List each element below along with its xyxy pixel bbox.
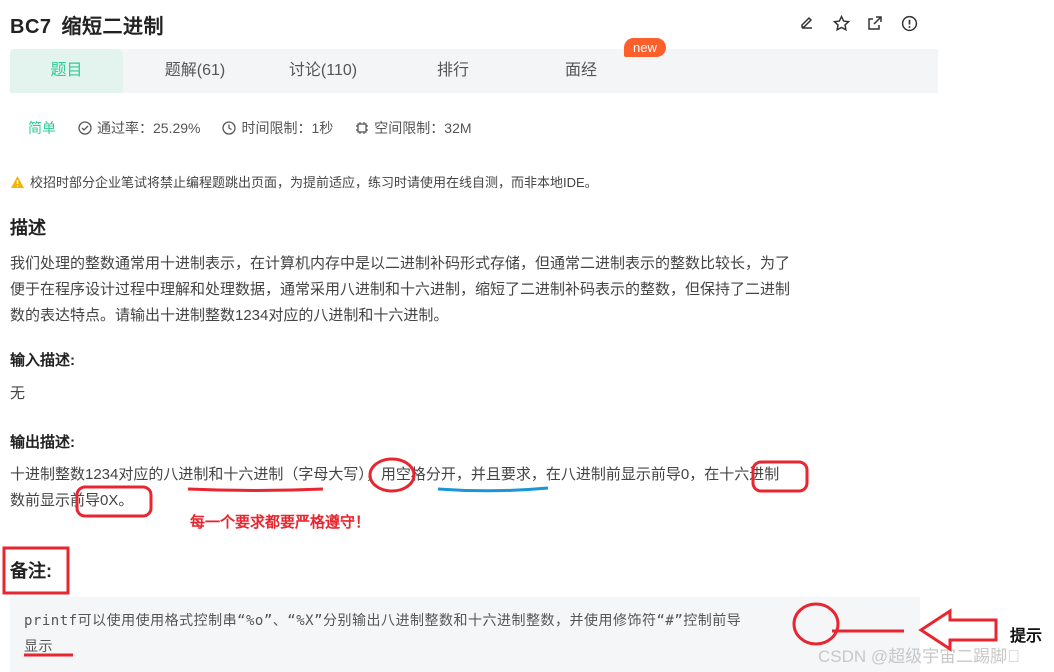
share-icon[interactable] [864,12,886,34]
notice: 校招时部分企业笔试将禁止编程题跳出页面，为提前适应，练习时请使用在线自测，而非本… [10,172,598,191]
star-icon[interactable] [830,12,852,34]
memory-limit: 空间限制：32M [374,120,472,136]
output-line: 数前显示前导0X。 [10,492,134,509]
description-line: 便于在程序设计过程中理解和处理数据，通常采用八进制和十六进制，缩短了二进制补码表… [10,281,791,298]
remark-line: printf可以使用使用格式控制串“%o”、“%X”分别输出八进制整数和十六进制… [24,613,742,629]
remark-line: 显示 [24,639,53,655]
notice-text: 校招时部分企业笔试将禁止编程题跳出页面，为提前适应，练习时请使用在线自测，而非本… [30,175,598,190]
output-body: 十进制整数1234对应的八进制和十六进制（字母大写），用空格分开，并且要求，在八… [10,462,779,514]
chip-icon [356,122,369,134]
annotation-note: 每一个要求都要严格遵守！ [190,514,371,531]
clock-icon [222,121,237,135]
annotation-overlay [2,457,998,657]
output-heading: 输出描述: [10,434,75,451]
problem-title: BC7 缩短二进制 [10,10,164,39]
toolbar [796,12,920,34]
watermark: CSDN @超级宇宙二踢脚  [818,647,1020,666]
tab-problem[interactable]: 题目 [10,49,123,93]
new-badge: new [624,38,666,57]
tab-interview[interactable]: 面经 [526,49,636,93]
time-limit: 时间限制：1秒 [241,120,334,136]
problem-code: BC7 [10,16,52,38]
description-heading: 描述 [10,218,46,238]
tab-bar: 题目 题解(61) 讨论(110) 排行 面经 [10,49,938,93]
input-heading: 输入描述: [10,352,75,369]
tab-ranking[interactable]: 排行 [398,49,508,93]
description-line: 数的表达特点。请输出十进制整数1234对应的八进制和十六进制。 [10,307,449,324]
problem-name: 缩短二进制 [61,16,165,38]
remark-body: printf可以使用使用格式控制串“%o”、“%X”分别输出八进制整数和十六进制… [24,608,914,660]
input-text: 无 [10,385,26,402]
description-body: 我们处理的整数通常用十进制表示，在计算机内存中是以二进制补码形式存储，但通常二进… [10,251,790,329]
edit-icon[interactable] [796,12,818,34]
pass-rate: 通过率：25.29% [97,120,201,136]
description-line: 我们处理的整数通常用十进制表示，在计算机内存中是以二进制补码形式存储，但通常二进… [10,255,791,272]
tab-solutions[interactable]: 题解(61) [140,49,250,93]
difficulty-label: 简单 [28,120,56,136]
output-line: 十进制整数1234对应的八进制和十六进制（字母大写），用空格分开，并且要求，在八… [10,466,780,483]
warning-icon [11,175,24,188]
remark-heading: 备注: [10,561,52,581]
report-icon[interactable] [898,12,920,34]
problem-meta: 简单 通过率：25.29% 时间限制：1秒 空间限制：32M [28,118,494,138]
tab-discussion[interactable]: 讨论(110) [268,49,378,93]
check-circle-icon [78,121,92,135]
